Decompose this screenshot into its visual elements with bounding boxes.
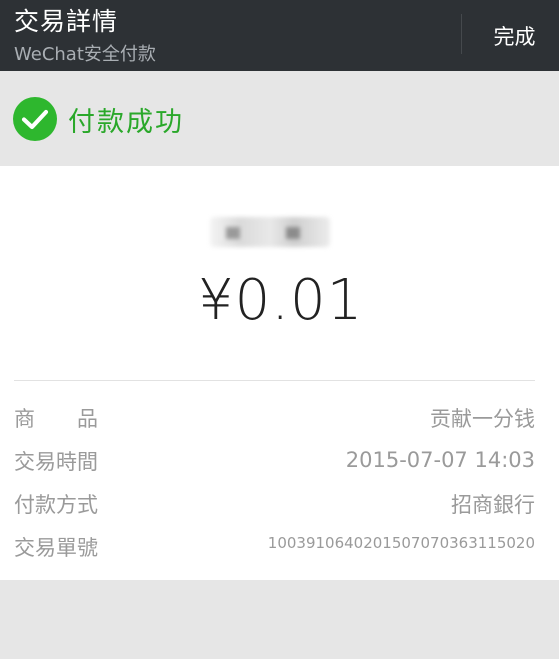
bottom-background: [0, 580, 559, 659]
detail-label-transaction-id: 交易單號: [14, 536, 98, 560]
detail-label-product: 商 品: [14, 407, 98, 431]
title-bar: 交易詳情 WeChat安全付款 完成: [0, 0, 559, 71]
detail-label-payment-method: 付款方式: [14, 493, 98, 517]
done-button[interactable]: 完成: [470, 0, 559, 71]
divider: [14, 380, 535, 381]
payee-name-blurred: [210, 217, 330, 247]
detail-value-payment-method: 招商銀行: [451, 493, 535, 517]
check-circle-icon: [13, 97, 57, 141]
page-title: 交易詳情: [14, 7, 119, 36]
detail-value-product: 贡献一分钱: [430, 407, 535, 431]
payment-amount: ¥0.01: [198, 268, 364, 333]
detail-value-time: 2015-07-07 14:03: [345, 448, 535, 472]
detail-label-time: 交易時間: [14, 450, 98, 474]
header-divider: [461, 14, 462, 54]
page-subtitle: WeChat安全付款: [14, 44, 156, 65]
payment-status-text: 付款成功: [68, 107, 184, 138]
detail-value-transaction-id: 1003910640201507070363115020: [267, 534, 535, 552]
